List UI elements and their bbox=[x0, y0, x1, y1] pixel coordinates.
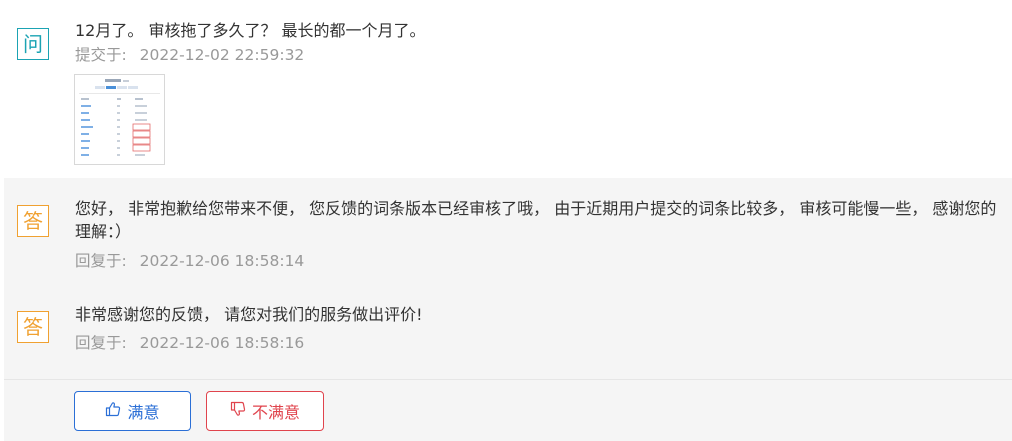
answer-replied-meta-1: 回复于: 2022-12-06 18:58:14 bbox=[75, 251, 304, 271]
satisfied-label: 满意 bbox=[127, 403, 160, 422]
question-section: 问 12月了。 审核拖了多久了？ 最长的都一个月了。 提交于: 2022-12-… bbox=[0, 0, 1012, 178]
replied-time: 2022-12-06 18:58:14 bbox=[139, 252, 305, 270]
attachment-thumbnail[interactable] bbox=[74, 74, 165, 165]
satisfied-button[interactable]: 满意 bbox=[74, 391, 191, 431]
answer-badge-2: 答 bbox=[17, 311, 49, 343]
question-submitted-meta: 提交于: 2022-12-02 22:59:32 bbox=[75, 45, 304, 65]
answer-replied-meta-2: 回复于: 2022-12-06 18:58:16 bbox=[75, 333, 304, 353]
submitted-time: 2022-12-02 22:59:32 bbox=[139, 46, 305, 64]
thumbs-up-icon bbox=[105, 401, 121, 421]
submitted-label: 提交于: bbox=[75, 46, 127, 64]
question-badge: 问 bbox=[17, 28, 49, 60]
rating-divider bbox=[4, 379, 1012, 380]
answer-text-2: 非常感谢您的反馈， 请您对我们的服务做出评价! bbox=[75, 305, 423, 324]
replied-label: 回复于: bbox=[75, 334, 127, 352]
replied-time: 2022-12-06 18:58:16 bbox=[139, 334, 305, 352]
answers-section: 答 您好， 非常抱歉给您带来不便， 您反馈的词条版本已经审核了哦， 由于近期用户… bbox=[4, 178, 1012, 441]
unsatisfied-label: 不满意 bbox=[251, 403, 300, 422]
answer-badge-1: 答 bbox=[17, 205, 49, 237]
answer-text-1: 您好， 非常抱歉给您带来不便， 您反馈的词条版本已经审核了哦， 由于近期用户提交… bbox=[75, 199, 997, 241]
thumbs-down-icon bbox=[230, 401, 246, 421]
attachment-screenshot-image bbox=[75, 75, 164, 164]
question-text: 12月了。 审核拖了多久了？ 最长的都一个月了。 bbox=[75, 21, 426, 40]
replied-label: 回复于: bbox=[75, 252, 127, 270]
unsatisfied-button[interactable]: 不满意 bbox=[206, 391, 324, 431]
